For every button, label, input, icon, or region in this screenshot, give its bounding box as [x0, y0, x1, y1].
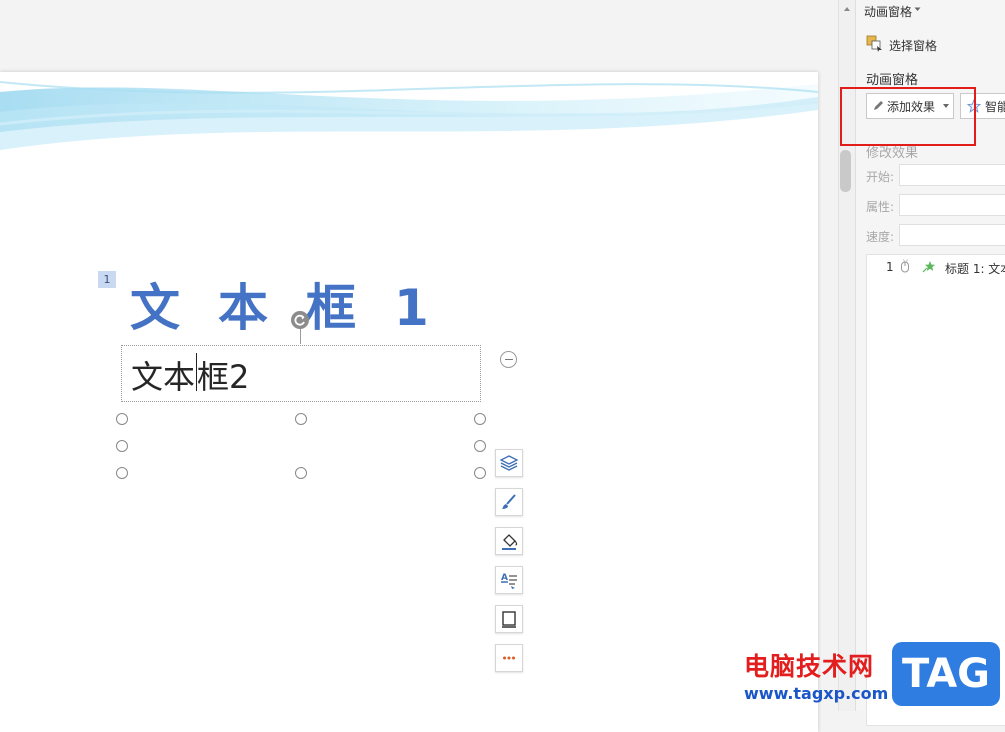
resize-handle-bottom-left[interactable] [116, 467, 128, 479]
resize-handle-top-left[interactable] [116, 413, 128, 425]
watermark-site-name: 电脑技术网 [744, 652, 875, 681]
start-select[interactable] [899, 164, 1005, 186]
highlight-annotation-box [840, 87, 976, 146]
property-label: 属性: [866, 200, 895, 214]
speed-label: 速度: [866, 230, 895, 244]
scroll-up-arrow-icon[interactable] [841, 4, 853, 14]
slide[interactable] [0, 72, 818, 732]
select-pane-label: 选择窗格 [889, 39, 938, 53]
select-pane-icon [866, 35, 882, 52]
effect-order-number: 1 [886, 260, 894, 274]
brush-icon[interactable] [495, 488, 523, 516]
rotate-handle-icon[interactable] [291, 311, 309, 329]
entrance-effect-star-icon [922, 261, 935, 273]
pane-header-title[interactable]: 动画窗格 [864, 3, 912, 20]
effect-list-item[interactable]: 1 标题 1: 文本 [867, 255, 1005, 277]
body-textbox-text[interactable]: 文本框2 [131, 352, 249, 398]
smart-animation-label: 智能 [985, 100, 1005, 114]
watermark-tag-logo: TAG [892, 642, 1000, 706]
slide-wave-decoration [0, 81, 818, 150]
resize-handle-left[interactable] [116, 440, 128, 452]
chevron-down-icon[interactable] [914, 7, 921, 12]
text-style-icon[interactable]: A [495, 566, 523, 594]
effect-item-label: 标题 1: 文本 [945, 262, 1005, 276]
scrollbar-thumb[interactable] [840, 150, 851, 192]
resize-handle-right[interactable] [474, 440, 486, 452]
shape-outline-icon[interactable] [495, 605, 523, 633]
mouse-click-trigger-icon [901, 259, 909, 273]
collapse-toolbar-icon[interactable] [500, 351, 517, 368]
layers-icon[interactable] [495, 449, 523, 477]
fill-bucket-icon[interactable] [495, 527, 523, 555]
more-options-icon[interactable] [495, 644, 523, 672]
property-select[interactable] [899, 194, 1005, 216]
text-caret [196, 353, 197, 391]
animation-order-tag[interactable]: 1 [98, 271, 116, 288]
resize-handle-bottom[interactable] [295, 467, 307, 479]
watermark-url: www.tagxp.com [744, 684, 889, 703]
start-label: 开始: [866, 170, 895, 184]
slide-title-textbox[interactable]: 文本框1 [130, 268, 467, 340]
speed-select[interactable] [899, 224, 1005, 246]
resize-handle-bottom-right[interactable] [474, 467, 486, 479]
editing-canvas: 1 文本框1 文本框2 A [0, 0, 838, 732]
animation-pane-section-title: 动画窗格 [866, 73, 919, 88]
resize-handle-top[interactable] [295, 413, 307, 425]
resize-handle-top-right[interactable] [474, 413, 486, 425]
